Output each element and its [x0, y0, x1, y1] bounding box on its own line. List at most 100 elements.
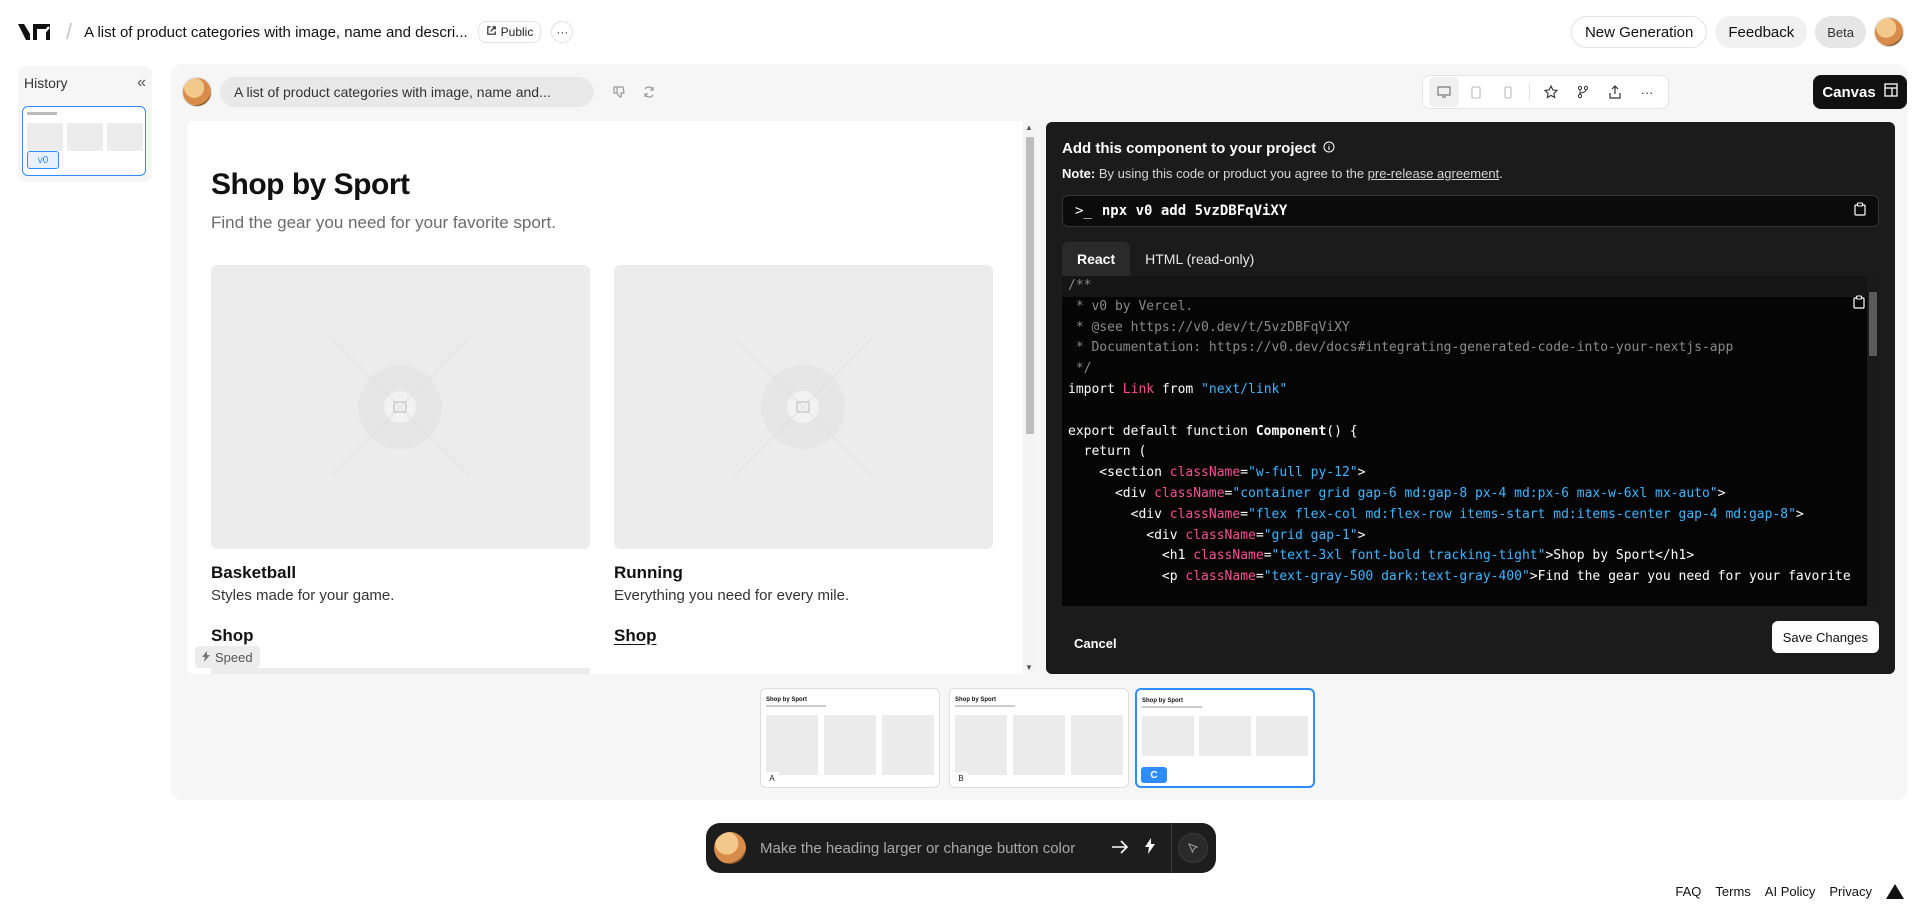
variant-badge: C	[1141, 767, 1167, 783]
generation-toolbar: A list of product categories with image,…	[182, 75, 1907, 109]
more-options-button[interactable]: ···	[551, 21, 574, 43]
component-preview[interactable]: Shop by Sport Find the gear you need for…	[187, 121, 1036, 674]
variant-title: Shop by Sport	[955, 697, 996, 703]
history-item[interactable]: v0	[22, 106, 146, 176]
scrollbar-thumb[interactable]	[1026, 137, 1034, 434]
save-changes-button[interactable]: Save Changes	[1771, 621, 1879, 653]
code-tabs: React HTML (read-only)	[1062, 242, 1269, 276]
fork-icon[interactable]	[1568, 77, 1598, 107]
footer-link-terms[interactable]: Terms	[1715, 884, 1750, 899]
regenerate-icon[interactable]	[634, 77, 664, 107]
canvas-label: Canvas	[1822, 83, 1876, 101]
code-line: */	[1068, 361, 1092, 377]
variant-image	[1142, 716, 1194, 756]
prompt-input[interactable]: Make the heading larger or change button…	[760, 840, 1105, 857]
variant-a[interactable]: Shop by Sport A	[760, 688, 940, 788]
footer-link-faq[interactable]: FAQ	[1675, 884, 1701, 899]
card-shop-link[interactable]: Shop	[614, 626, 657, 646]
code-scrollbar-thumb[interactable]	[1869, 292, 1877, 356]
variant-image	[1071, 715, 1123, 775]
code-line: <p className="text-gray-500 dark:text-gr…	[1068, 569, 1851, 585]
code-line: <div className="grid gap-1">	[1068, 527, 1366, 543]
tablet-view-icon[interactable]	[1461, 77, 1491, 107]
variant-subtitle-line	[766, 705, 826, 707]
star-icon[interactable]	[1536, 77, 1566, 107]
variant-b[interactable]: Shop by Sport B	[949, 688, 1129, 788]
card-description: Everything you need for every mile.	[614, 587, 850, 604]
visibility-button[interactable]: Public	[477, 21, 542, 43]
thumbs-down-icon[interactable]	[604, 77, 634, 107]
code-line: * @see https://v0.dev/t/5vzDBFqViXY	[1068, 319, 1350, 335]
scroll-up-icon[interactable]: ▲	[1025, 123, 1033, 132]
speed-tag[interactable]: Speed	[195, 646, 260, 668]
tab-react[interactable]: React	[1062, 242, 1131, 276]
chat-title[interactable]: A list of product categories with image,…	[84, 24, 468, 41]
variant-image	[1013, 715, 1065, 775]
user-avatar-prompt	[714, 832, 746, 864]
preview-heading: Shop by Sport	[211, 168, 410, 201]
new-generation-button[interactable]: New Generation	[1570, 16, 1708, 48]
scroll-down-icon[interactable]: ▼	[1025, 663, 1033, 672]
user-avatar[interactable]	[1874, 17, 1904, 47]
variant-c[interactable]: Shop by Sport C	[1135, 688, 1315, 788]
code-scrollbar[interactable]	[1867, 276, 1879, 606]
send-arrow-icon[interactable]	[1105, 838, 1135, 859]
layout-icon	[1884, 83, 1898, 101]
history-label: History	[24, 75, 68, 91]
code-line: * v0 by Vercel.	[1068, 298, 1194, 314]
footer-link-privacy[interactable]: Privacy	[1829, 884, 1872, 899]
variant-image	[824, 715, 876, 775]
code-line: <div className="flex flex-col md:flex-ro…	[1068, 506, 1804, 522]
vercel-logo-icon[interactable]	[1886, 884, 1904, 899]
card-image-placeholder	[614, 265, 993, 549]
cursor-select-icon[interactable]	[1178, 833, 1208, 863]
card-title: Basketball	[211, 563, 297, 582]
copy-code-icon[interactable]	[1853, 294, 1865, 313]
v0-logo[interactable]	[16, 18, 58, 46]
code-panel: Add this component to your project Note:…	[1046, 122, 1895, 674]
card-title: Running	[614, 563, 683, 582]
tab-html[interactable]: HTML (read-only)	[1130, 242, 1269, 276]
agreement-note: Note: By using this code or product you …	[1062, 166, 1503, 181]
user-avatar-small	[182, 77, 212, 107]
mobile-view-icon[interactable]	[1493, 77, 1523, 107]
pre-release-agreement-link[interactable]: pre-release agreement	[1368, 166, 1500, 181]
card-image-placeholder-next	[211, 668, 590, 674]
code-panel-title: Add this component to your project	[1062, 140, 1335, 157]
share-icon[interactable]	[1600, 77, 1630, 107]
prompt-summary[interactable]: A list of product categories with image,…	[220, 77, 594, 107]
install-command[interactable]: >_ npx v0 add 5vzDBFqViXY	[1062, 195, 1879, 227]
desktop-view-icon[interactable]	[1429, 77, 1459, 107]
toolbar-divider	[1529, 83, 1530, 101]
feedback-button[interactable]: Feedback	[1715, 16, 1808, 48]
more-icon[interactable]: ···	[1632, 77, 1662, 107]
variant-subtitle-line	[1142, 706, 1202, 708]
code-line: * Documentation: https://v0.dev/docs#int…	[1068, 340, 1734, 356]
view-tools: ···	[1422, 75, 1669, 109]
lightning-icon[interactable]	[1135, 837, 1165, 859]
code-line: <h1 className="text-3xl font-bold tracki…	[1068, 548, 1695, 564]
history-panel: History « v0	[18, 66, 152, 182]
code-line: import Link from "next/link"	[1068, 381, 1288, 397]
variant-image	[766, 715, 818, 775]
card-shop-link[interactable]: Shop	[211, 626, 254, 646]
note-text: By using this code or product you agree …	[1095, 166, 1368, 181]
variant-image	[1256, 716, 1308, 756]
speed-label: Speed	[215, 649, 253, 665]
preview-scrollbar[interactable]: ▲ ▼	[1023, 121, 1036, 674]
variant-image	[882, 715, 934, 775]
copy-icon[interactable]	[1854, 202, 1866, 220]
info-icon[interactable]	[1323, 140, 1335, 157]
footer-link-ai-policy[interactable]: AI Policy	[1765, 884, 1816, 899]
prompt-divider	[1171, 823, 1172, 873]
beta-badge[interactable]: Beta	[1815, 16, 1866, 48]
history-version-badge: v0	[27, 151, 59, 169]
terminal-prompt-icon: >_	[1075, 203, 1092, 219]
code-line: <section className="w-full py-12">	[1068, 465, 1366, 481]
code-panel-title-text: Add this component to your project	[1062, 140, 1317, 157]
collapse-icon[interactable]: «	[137, 74, 146, 92]
code-block[interactable]: /** * v0 by Vercel. * @see https://v0.de…	[1062, 276, 1879, 606]
canvas-button[interactable]: Canvas	[1813, 75, 1907, 109]
cancel-button[interactable]: Cancel	[1074, 636, 1117, 651]
